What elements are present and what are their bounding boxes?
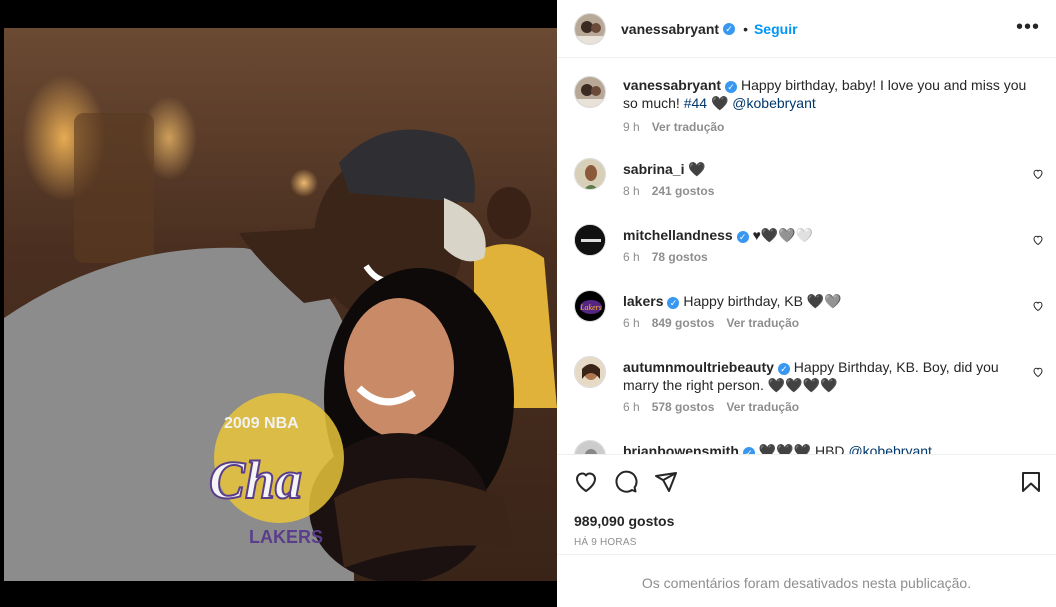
- share-paper-plane-icon[interactable]: [654, 470, 678, 494]
- shirt-print-champs: Cha: [209, 450, 302, 510]
- verified-badge-icon: ✓: [742, 447, 755, 454]
- caption-hashtag[interactable]: #44: [684, 95, 707, 111]
- shirt-print-year: 2009 NBA: [224, 415, 299, 432]
- like-heart-icon[interactable]: [574, 470, 598, 494]
- comment-item: sabrina_i ✓ 🖤 8 h 241 gostos: [574, 158, 1044, 202]
- comment-text: 🖤🖤🖤 HBD: [758, 443, 845, 454]
- verified-badge-icon: ✓: [725, 81, 738, 93]
- comment-likes[interactable]: 241 gostos: [652, 184, 715, 198]
- caption-time[interactable]: 9 h: [623, 120, 640, 134]
- comment-likes[interactable]: 578 gostos: [652, 400, 715, 414]
- post-photo[interactable]: 2009 NBA Cha LAKERS: [4, 28, 557, 581]
- author-avatar[interactable]: [574, 12, 606, 45]
- verified-badge-icon: ✓: [723, 22, 736, 35]
- comment-item: Lakers lakers ✓ Happy birthday, KB 🖤🩶 6 h…: [574, 290, 1044, 334]
- follow-button[interactable]: Seguir: [754, 21, 798, 37]
- comment-body: sabrina_i ✓ 🖤: [623, 160, 1023, 178]
- svg-text:Lakers: Lakers: [579, 303, 602, 312]
- background-person-head: [487, 187, 531, 239]
- post-caption: vanessabryant ✓ Happy birthday, baby! I l…: [574, 76, 1044, 136]
- comment-like-heart-icon[interactable]: [1032, 168, 1044, 180]
- photo-illustration: 2009 NBA Cha LAKERS: [4, 113, 557, 581]
- commenter-avatar[interactable]: [574, 356, 606, 388]
- comment-username[interactable]: lakers: [623, 293, 663, 309]
- caption-meta: 9 h Ver tradução: [623, 120, 724, 134]
- comment-meta: 6 h 849 gostos Ver tradução: [623, 316, 799, 330]
- commenter-avatar[interactable]: Lakers: [574, 290, 606, 322]
- mirror-frame: [74, 113, 154, 263]
- comment-body: mitchellandness ✓ ♥🖤🩶🤍: [623, 226, 1023, 244]
- caption-body: vanessabryant ✓ Happy birthday, baby! I l…: [623, 76, 1033, 112]
- comment-translate-link[interactable]: Ver tradução: [726, 316, 799, 330]
- comment-time[interactable]: 8 h: [623, 184, 640, 198]
- comment-translate-link[interactable]: Ver tradução: [726, 400, 799, 414]
- comment-username[interactable]: autumnmoultriebeauty: [623, 359, 774, 375]
- comment-username[interactable]: brianbowensmith: [623, 443, 739, 454]
- commenter-avatar[interactable]: [574, 440, 606, 454]
- comment-username[interactable]: sabrina_i: [623, 161, 684, 177]
- comment-like-heart-icon[interactable]: [1032, 234, 1044, 246]
- comment-likes[interactable]: 849 gostos: [652, 316, 715, 330]
- commenter-avatar[interactable]: [574, 158, 606, 190]
- post-actions: 989,090 gostos HÁ 9 HORAS: [557, 454, 1056, 554]
- comment-time[interactable]: 6 h: [623, 316, 640, 330]
- comment-text: Happy birthday, KB 🖤🩶: [683, 293, 842, 309]
- comment-username[interactable]: mitchellandness: [623, 227, 733, 243]
- comments-list[interactable]: vanessabryant ✓ Happy birthday, baby! I l…: [557, 59, 1056, 454]
- woman-face: [344, 298, 454, 438]
- post-like-count[interactable]: 989,090 gostos: [574, 513, 674, 529]
- man-cap-brim: [444, 198, 486, 262]
- comment-item: brianbowensmith ✓ 🖤🖤🖤 HBD @kobebryant: [574, 440, 1044, 454]
- verified-badge-icon: ✓: [667, 297, 680, 309]
- separator-dot: •: [743, 20, 748, 37]
- post-timestamp[interactable]: HÁ 9 HORAS: [574, 537, 637, 548]
- author-username[interactable]: vanessabryant: [621, 21, 719, 37]
- man-cap: [339, 129, 475, 203]
- comment-text: ♥🖤🩶🤍: [752, 227, 814, 243]
- comment-item: autumnmoultriebeauty ✓ Happy Birthday, KB…: [574, 356, 1044, 416]
- comment-item: mitchellandness ✓ ♥🖤🩶🤍 6 h 78 gostos: [574, 224, 1044, 268]
- caption-heart-emoji: 🖤: [710, 95, 729, 111]
- comment-time[interactable]: 6 h: [623, 250, 640, 264]
- caption-translate-link[interactable]: Ver tradução: [652, 120, 725, 134]
- comment-like-heart-icon[interactable]: [1032, 366, 1044, 378]
- more-options-icon[interactable]: •••: [1016, 17, 1040, 37]
- comments-disabled-notice: Os comentários foram desativados nesta p…: [557, 554, 1056, 607]
- comment-meta: 6 h 578 gostos Ver tradução: [623, 400, 799, 414]
- verified-badge-icon: ✓: [736, 231, 749, 243]
- comment-meta: 6 h 78 gostos: [623, 250, 708, 264]
- verified-badge-icon: ✓: [777, 363, 790, 375]
- shirt-print-lakers: LAKERS: [249, 527, 323, 547]
- comment-like-heart-icon[interactable]: [1032, 300, 1044, 312]
- comment-mention[interactable]: @kobebryant: [848, 443, 931, 454]
- commenter-avatar[interactable]: [574, 224, 606, 256]
- comment-bubble-icon[interactable]: [614, 470, 638, 494]
- comment-time[interactable]: 6 h: [623, 400, 640, 414]
- author-avatar[interactable]: [574, 76, 606, 108]
- save-bookmark-icon[interactable]: [1019, 470, 1043, 494]
- post-photo-pane: 2009 NBA Cha LAKERS: [0, 0, 557, 607]
- post-header: vanessabryant ✓ • Seguir •••: [557, 0, 1056, 58]
- caption-username[interactable]: vanessabryant: [623, 77, 721, 93]
- post-side-panel: vanessabryant ✓ • Seguir ••• vanessabrya…: [557, 0, 1056, 607]
- comment-likes[interactable]: 78 gostos: [652, 250, 708, 264]
- comment-meta: 8 h 241 gostos: [623, 184, 714, 198]
- comment-body: autumnmoultriebeauty ✓ Happy Birthday, KB…: [623, 358, 1023, 394]
- comment-body: lakers ✓ Happy birthday, KB 🖤🩶: [623, 292, 1023, 310]
- comment-text: 🖤: [688, 161, 706, 177]
- comment-body: brianbowensmith ✓ 🖤🖤🖤 HBD @kobebryant: [623, 442, 1023, 454]
- caption-mention[interactable]: @kobebryant: [732, 95, 815, 111]
